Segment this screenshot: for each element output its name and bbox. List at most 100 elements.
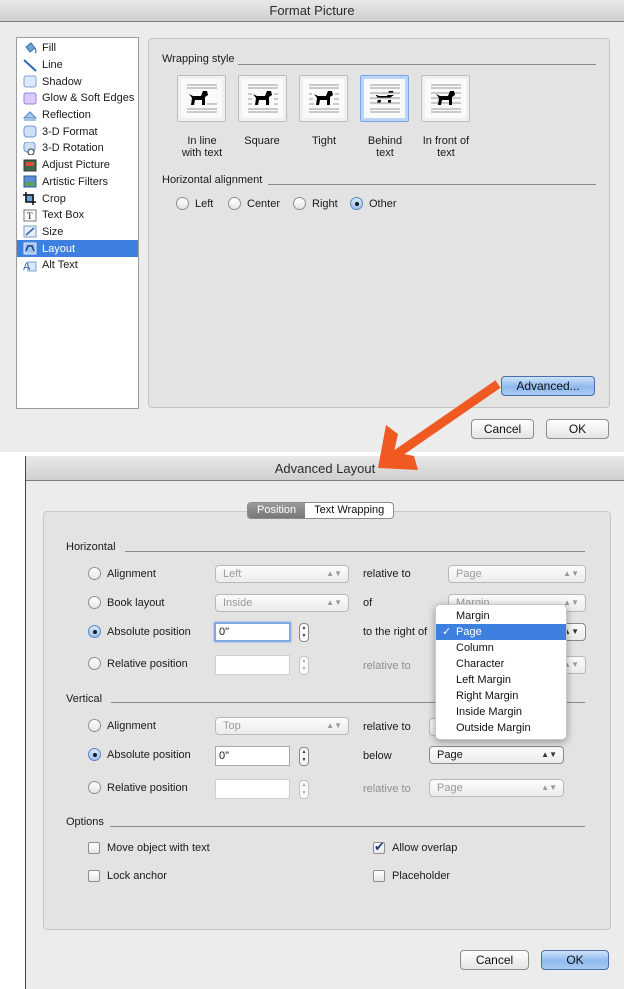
sidebar-item-reflection[interactable]: Reflection xyxy=(17,107,138,124)
v-relative-position-radio[interactable]: Relative position xyxy=(88,781,188,794)
alt-text-icon: A xyxy=(23,259,37,272)
text-box-icon: T xyxy=(23,209,37,222)
advanced-button[interactable]: Advanced... xyxy=(501,376,595,396)
sidebar-item-glow[interactable]: Glow & Soft Edges xyxy=(17,90,138,107)
v-absolute-below-select[interactable]: Page ▲▼ xyxy=(429,746,564,764)
radio-button[interactable] xyxy=(88,719,101,732)
menu-item-page[interactable]: ✓ Page xyxy=(436,624,566,640)
v-relative-position-input[interactable] xyxy=(215,779,290,799)
cancel-button[interactable]: Cancel xyxy=(471,419,534,439)
divider xyxy=(110,826,585,827)
h-book-layout-radio[interactable]: Book layout xyxy=(88,596,164,609)
align-left-radio[interactable]: Left xyxy=(176,197,213,210)
radio-label: Absolute position xyxy=(107,625,191,638)
menu-item-margin[interactable]: Margin xyxy=(436,608,566,624)
checkbox[interactable] xyxy=(88,842,100,854)
menu-item-label: Outside Margin xyxy=(456,722,531,734)
align-right-radio[interactable]: Right xyxy=(293,197,338,210)
radio-button[interactable] xyxy=(88,748,101,761)
v-relative-relative-select[interactable]: Page ▲▼ xyxy=(429,779,564,797)
align-center-radio[interactable]: Center xyxy=(228,197,280,210)
label-line: text xyxy=(437,147,455,159)
move-object-checkbox[interactable]: Move object with text xyxy=(88,842,210,854)
radio-button[interactable] xyxy=(293,197,306,210)
divider xyxy=(268,184,596,185)
sidebar-item-label: Text Box xyxy=(42,209,85,222)
radio-label: Center xyxy=(247,197,281,210)
radio-button[interactable] xyxy=(176,197,189,210)
radio-button[interactable] xyxy=(88,657,101,670)
checkbox-label: Placeholder xyxy=(392,870,451,882)
lock-anchor-checkbox[interactable]: Lock anchor xyxy=(88,870,167,882)
v-absolute-position-stepper[interactable]: ▲ ▼ xyxy=(299,747,309,766)
radio-button[interactable] xyxy=(88,596,101,609)
radio-button[interactable] xyxy=(88,625,101,638)
sidebar-item-label: Fill xyxy=(42,42,57,55)
allow-overlap-checkbox[interactable]: Allow overlap xyxy=(373,839,457,855)
ok-button[interactable]: OK xyxy=(541,950,609,970)
sidebar-item-crop[interactable]: Crop xyxy=(17,190,138,207)
h-alignment-relative-select[interactable]: Page ▲▼ xyxy=(448,565,586,583)
placeholder-checkbox[interactable]: Placeholder xyxy=(373,870,450,882)
tab-position[interactable]: Position xyxy=(248,503,306,518)
menu-item-outside-margin[interactable]: Outside Margin xyxy=(436,720,566,736)
glow-icon xyxy=(23,92,37,105)
shadow-icon xyxy=(23,75,37,88)
checkbox[interactable] xyxy=(373,870,385,882)
align-other-radio[interactable]: Other xyxy=(350,197,397,210)
ok-button[interactable]: OK xyxy=(546,419,609,439)
behind-text-icon xyxy=(369,84,400,112)
h-absolute-position-radio[interactable]: Absolute position xyxy=(88,625,191,638)
wrap-tight-button[interactable] xyxy=(299,75,348,122)
h-alignment-radio[interactable]: Alignment xyxy=(88,567,156,580)
v-relative-position-stepper[interactable]: ▲ ▼ xyxy=(299,780,309,799)
tab-text-wrapping[interactable]: Text Wrapping xyxy=(305,503,393,518)
wrap-front-button[interactable] xyxy=(421,75,470,122)
sidebar-item-label: Shadow xyxy=(42,75,82,88)
sidebar-item-artistic-filters[interactable]: Artistic Filters xyxy=(17,174,138,191)
sidebar-item-shadow[interactable]: Shadow xyxy=(17,73,138,90)
radio-button[interactable] xyxy=(228,197,241,210)
v-absolute-position-input[interactable]: 0" xyxy=(215,746,290,766)
sidebar-item-alt-text[interactable]: A Alt Text xyxy=(17,257,138,274)
radio-button[interactable] xyxy=(88,567,101,580)
menu-item-character[interactable]: Character xyxy=(436,656,566,672)
sidebar-item-3d-rotation[interactable]: 3-D Rotation xyxy=(17,140,138,157)
radio-button[interactable] xyxy=(88,781,101,794)
sidebar-item-line[interactable]: Line xyxy=(17,57,138,74)
v-absolute-position-radio[interactable]: Absolute position xyxy=(88,748,191,761)
sidebar-item-text-box[interactable]: T Text Box xyxy=(17,207,138,224)
checkbox[interactable] xyxy=(373,839,385,855)
updown-arrows-icon: ▲▼ xyxy=(326,721,342,730)
menu-item-inside-margin[interactable]: Inside Margin xyxy=(436,704,566,720)
sidebar-item-label: 3-D Rotation xyxy=(42,142,104,155)
options-section-label: Options xyxy=(66,816,104,828)
wrap-square-button[interactable] xyxy=(238,75,287,122)
sidebar-item-size[interactable]: Size xyxy=(17,224,138,241)
menu-item-column[interactable]: Column xyxy=(436,640,566,656)
sidebar-item-3d-format[interactable]: 3-D Format xyxy=(17,123,138,140)
updown-arrows-icon: ▲▼ xyxy=(563,569,579,578)
checkbox-label: Move object with text xyxy=(107,842,210,854)
h-alignment-select[interactable]: Left ▲▼ xyxy=(215,565,349,583)
v-alignment-radio[interactable]: Alignment xyxy=(88,719,156,732)
menu-item-right-margin[interactable]: Right Margin xyxy=(436,688,566,704)
horizontal-alignment-label: Horizontal alignment xyxy=(162,174,263,186)
sidebar-item-fill[interactable]: Fill xyxy=(17,40,138,57)
cancel-button[interactable]: Cancel xyxy=(460,950,529,970)
h-absolute-position-input[interactable]: 0" xyxy=(214,622,291,642)
h-relative-position-input[interactable] xyxy=(215,655,290,675)
checkbox[interactable] xyxy=(88,870,100,882)
h-book-layout-select[interactable]: Inside ▲▼ xyxy=(215,594,349,612)
h-absolute-position-stepper[interactable]: ▲ ▼ xyxy=(299,623,309,642)
menu-item-left-margin[interactable]: Left Margin xyxy=(436,672,566,688)
v-alignment-select[interactable]: Top ▲▼ xyxy=(215,717,349,735)
radio-button[interactable] xyxy=(350,197,363,210)
wrap-inline-button[interactable] xyxy=(177,75,226,122)
wrap-behind-button[interactable] xyxy=(360,75,409,122)
h-relative-position-stepper[interactable]: ▲ ▼ xyxy=(299,656,309,675)
h-relative-position-radio[interactable]: Relative position xyxy=(88,657,188,670)
inline-wrap-icon xyxy=(186,84,217,112)
sidebar-item-layout[interactable]: Layout xyxy=(17,240,138,257)
sidebar-item-adjust-picture[interactable]: Adjust Picture xyxy=(17,157,138,174)
